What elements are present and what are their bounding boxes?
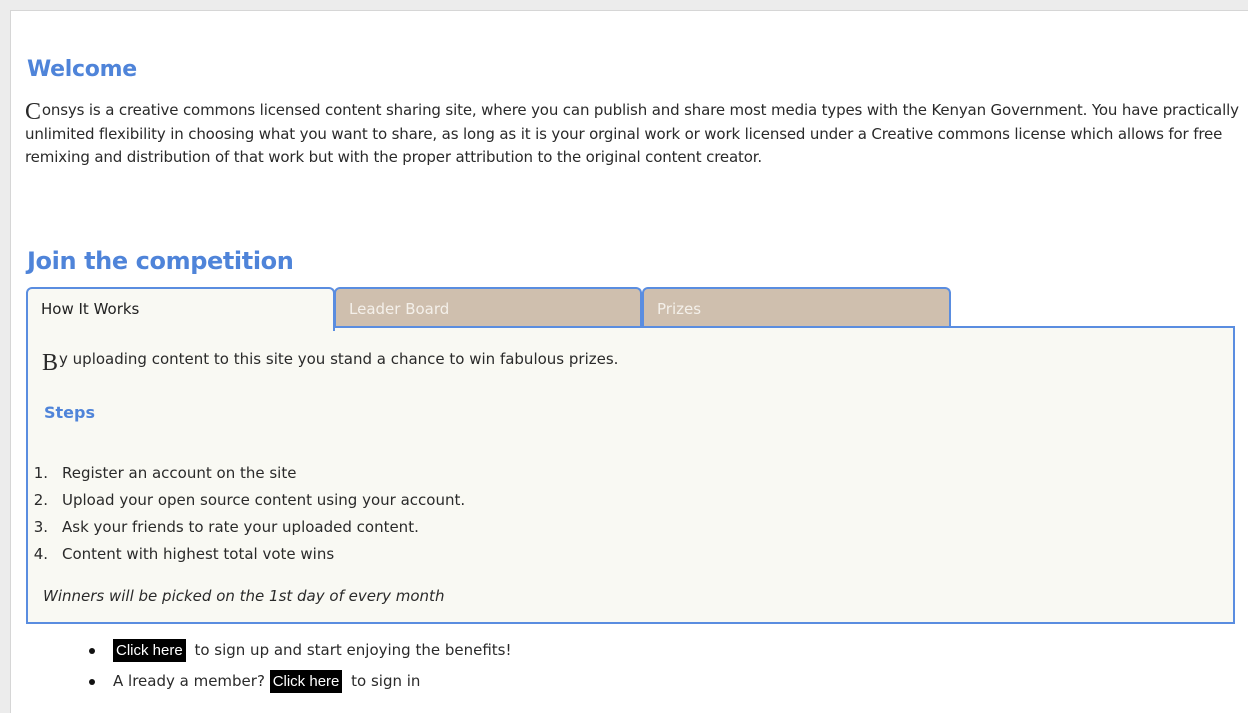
signin-text: to sign in — [346, 672, 421, 690]
welcome-paragraph: Consys is a creative commons licensed co… — [25, 99, 1241, 170]
welcome-heading: Welcome — [27, 57, 137, 82]
action-list: Click here to sign up and start enjoying… — [87, 635, 512, 697]
list-item: 4. Content with highest total vote wins — [26, 541, 465, 568]
page-content: Welcome Consys is a creative commons lic… — [10, 10, 1248, 713]
competition-tabs: How It Works Leader Board Prizes — [26, 287, 966, 331]
step-number: 1. — [33, 464, 48, 482]
tab-prizes[interactable]: Prizes — [642, 287, 951, 329]
step-number: 2. — [33, 491, 48, 509]
signin-prefix: A lready a member? — [113, 672, 270, 690]
bullet-icon — [89, 679, 95, 685]
signup-link[interactable]: Click here — [113, 639, 186, 662]
panel-intro-text: y uploading content to this site you sta… — [59, 350, 619, 368]
steps-heading: Steps — [44, 403, 95, 422]
winners-note: Winners will be picked on the 1st day of… — [43, 587, 445, 605]
tab-how-it-works[interactable]: How It Works — [26, 287, 335, 331]
bullet-icon — [89, 648, 95, 654]
tab-panel-how-it-works: By uploading content to this site you st… — [26, 326, 1235, 624]
list-item-signin: A lready a member? Click here to sign in — [87, 666, 512, 697]
step-text: Register an account on the site — [62, 464, 297, 482]
step-text: Content with highest total vote wins — [62, 545, 335, 563]
tab-leader-board[interactable]: Leader Board — [334, 287, 642, 329]
list-item: 3. Ask your friends to rate your uploaded… — [26, 514, 465, 541]
competition-heading: Join the competition — [27, 247, 294, 275]
list-item: 1. Register an account on the site — [26, 460, 465, 487]
list-item: 2. Upload your open source content using … — [26, 487, 465, 514]
step-text: Ask your friends to rate your uploaded c… — [62, 518, 419, 536]
list-item-signup: Click here to sign up and start enjoying… — [87, 635, 512, 666]
step-number: 3. — [33, 518, 48, 536]
signin-link[interactable]: Click here — [269, 670, 343, 693]
welcome-dropcap: C — [25, 99, 41, 125]
signup-text: to sign up and start enjoying the benefi… — [189, 641, 512, 659]
steps-list: 1. Register an account on the site 2. Uplo… — [26, 460, 465, 568]
welcome-text: onsys is a creative commons licensed con… — [25, 101, 1239, 166]
step-text: Upload your open source content using yo… — [62, 491, 466, 509]
step-number: 4. — [33, 545, 48, 563]
panel-intro: By uploading content to this site you st… — [42, 350, 619, 375]
panel-dropcap: B — [42, 350, 59, 376]
